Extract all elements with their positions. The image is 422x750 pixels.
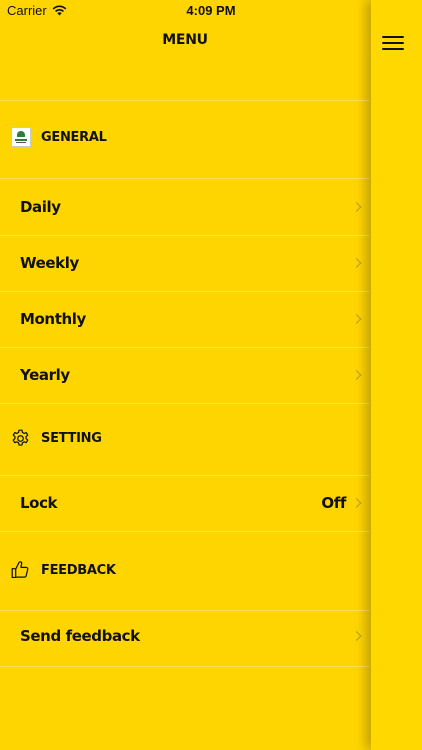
section-icon (10, 127, 31, 148)
divider (0, 666, 370, 667)
menu-item-daily[interactable]: Daily (0, 179, 370, 235)
section-general: GENERAL (0, 117, 370, 157)
section-feedback: FEEDBACK (0, 550, 370, 590)
divider (0, 531, 370, 532)
divider (0, 403, 370, 404)
menu-item-label: Lock (20, 494, 58, 512)
menu-title: MENU (162, 32, 208, 48)
menu-item-monthly[interactable]: Monthly (0, 291, 370, 347)
planner-logo-icon (10, 127, 31, 147)
status-time: 4:09 PM (186, 3, 236, 18)
menu-item-weekly[interactable]: Weekly (0, 235, 370, 291)
menu-item-label: Monthly (20, 310, 86, 328)
menu-item-label: Send feedback (20, 627, 140, 645)
section-icon (10, 428, 31, 449)
divider (0, 100, 370, 101)
section-setting: SETTING (0, 418, 370, 458)
menu-item-send-feedback[interactable]: Send feedback (0, 608, 370, 664)
section-title: SETTING (41, 430, 102, 446)
section-title: FEEDBACK (41, 562, 116, 578)
menu-item-lock[interactable]: Lock Off (0, 475, 370, 531)
lock-status-value: Off (321, 494, 346, 512)
menu-item-label: Daily (20, 198, 61, 216)
menu-item-label: Yearly (20, 366, 70, 384)
main-content-panel[interactable] (371, 0, 422, 750)
section-title: GENERAL (41, 129, 107, 145)
hamburger-menu-icon[interactable] (382, 35, 404, 51)
section-icon (10, 560, 31, 581)
menu-item-yearly[interactable]: Yearly (0, 347, 370, 403)
status-bar: Carrier 4:09 PM (0, 0, 422, 22)
menu-screen: Carrier 4:09 PM MENU GENERAL Daily Weekl… (0, 0, 422, 750)
chevron-right-icon (351, 498, 362, 508)
menu-item-label: Weekly (20, 254, 79, 272)
gear-icon (12, 429, 29, 446)
thumbs-up-icon (11, 561, 29, 579)
